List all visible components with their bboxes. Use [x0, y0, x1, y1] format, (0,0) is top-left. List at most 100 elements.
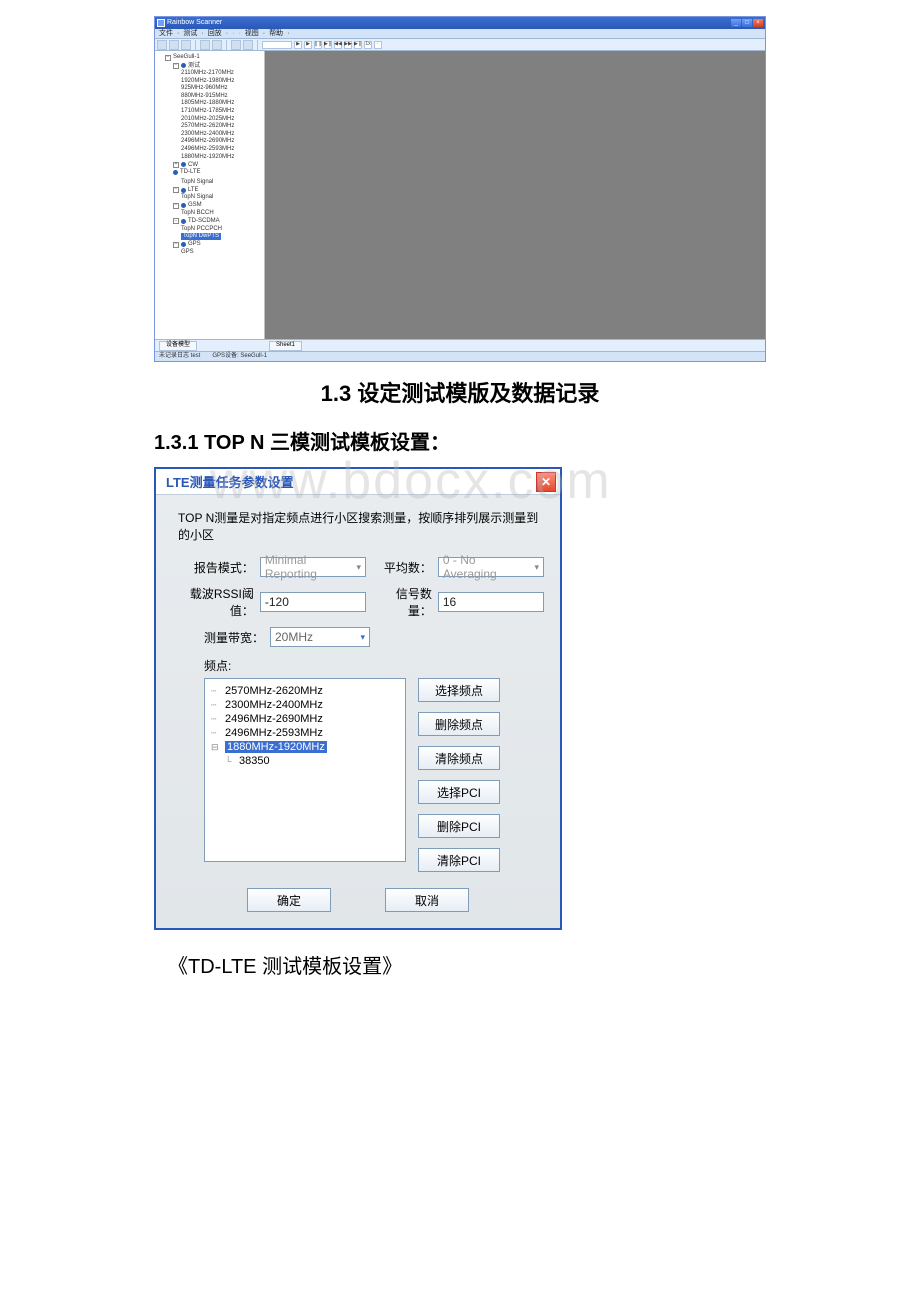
ok-button[interactable]: 确定	[247, 888, 331, 912]
maximize-button[interactable]: □	[742, 19, 752, 27]
tree-rssi[interactable]: −测试	[173, 63, 200, 70]
menu-test[interactable]: 测试	[183, 30, 197, 38]
window-title: Rainbow Scanner	[167, 19, 222, 27]
tree-item[interactable]: TopN Signal	[181, 179, 213, 186]
toolbar-button[interactable]	[243, 40, 253, 50]
nav-button[interactable]: ·	[374, 41, 382, 49]
freq-item[interactable]: 2496MHz-2593MHz	[225, 727, 323, 739]
clear-freq-button[interactable]: 清除频点	[418, 746, 500, 770]
chevron-down-icon: ▾	[356, 562, 361, 573]
tree-item[interactable]: 2010MHz-2025MHz	[181, 116, 234, 123]
chevron-down-icon: ▾	[360, 632, 365, 643]
rssi-thresh-input[interactable]: -120	[260, 592, 366, 612]
bandwidth-label: 测量带宽：	[172, 629, 264, 646]
toolbar-button[interactable]	[181, 40, 191, 50]
section-heading: 1.3 设定测试模版及数据记录	[0, 376, 920, 408]
freq-item-selected[interactable]: 1880MHz-1920MHz	[225, 741, 327, 753]
select-freq-button[interactable]: 选择频点	[418, 678, 500, 702]
tree-root[interactable]: −SeeGull-1	[165, 54, 200, 61]
tree-item[interactable]: 2570MHz-2620MHz	[181, 123, 234, 130]
status-gps: GPS设备: SeeGull-1	[212, 353, 267, 360]
menu-disabled-1: ·	[232, 30, 234, 38]
tree-item[interactable]: 925MHz-960MHz	[181, 85, 228, 92]
toolbar-button[interactable]	[212, 40, 222, 50]
lte-settings-dialog: LTE测量任务参数设置 ✕ TOP N测量是对指定频点进行小区搜索测量，按顺序排…	[154, 467, 562, 930]
nav-button[interactable]: ❙❙	[314, 41, 322, 49]
signal-count-label: 信号数量：	[382, 585, 432, 619]
status-log: 未记录日志 test	[159, 353, 200, 360]
minimize-button[interactable]: _	[731, 19, 741, 27]
clear-pci-button[interactable]: 清除PCI	[418, 848, 500, 872]
freq-item[interactable]: 2300MHz-2400MHz	[225, 699, 323, 711]
report-mode-combo[interactable]: Minimal Reporting▾	[260, 557, 366, 577]
menu-playback[interactable]: 回放	[208, 30, 222, 38]
tree-item[interactable]: TopN PCCPCH	[181, 226, 222, 233]
tree-item[interactable]: 2496MHz-2593MHz	[181, 146, 234, 153]
dialog-close-button[interactable]: ✕	[536, 472, 556, 492]
menu-help[interactable]: 帮助	[269, 30, 283, 38]
nav-button[interactable]: ▶❙	[354, 41, 362, 49]
menu-file[interactable]: 文件	[159, 30, 173, 38]
freq-item[interactable]: 2570MHz-2620MHz	[225, 685, 323, 697]
toolbar-separator	[257, 40, 258, 50]
titlebar: Rainbow Scanner _ □ ×	[155, 17, 765, 29]
toolbar-button[interactable]	[200, 40, 210, 50]
menu-view[interactable]: 视图	[245, 30, 259, 38]
close-button[interactable]: ×	[753, 19, 763, 27]
select-pci-button[interactable]: 选择PCI	[418, 780, 500, 804]
tree-tdlte[interactable]: TD-LTE	[173, 169, 201, 176]
nav-button[interactable]: 1x	[364, 41, 372, 49]
avg-count-combo[interactable]: 0 - No Averaging▾	[438, 557, 544, 577]
nav-button[interactable]: ▶	[294, 41, 302, 49]
chevron-down-icon: ▾	[534, 562, 539, 573]
dialog-description: TOP N测量是对指定频点进行小区搜索测量，按顺序排列展示测量到的小区	[178, 509, 544, 543]
app-icon	[157, 19, 165, 27]
dialog-title: LTE测量任务参数设置	[166, 472, 294, 491]
tree-item[interactable]: 1920MHz-1980MHz	[181, 78, 234, 85]
window-controls: _ □ ×	[731, 19, 763, 27]
tree-cw[interactable]: +CW	[173, 162, 198, 169]
tree-item[interactable]: 2300MHz-2400MHz	[181, 131, 234, 138]
toolbar-combo[interactable]	[262, 41, 292, 49]
delete-pci-button[interactable]: 删除PCI	[418, 814, 500, 838]
tree-tdscdma[interactable]: −TD-SCDMA	[173, 218, 220, 225]
nav-button[interactable]: ◀◀	[334, 41, 342, 49]
nav-button[interactable]: ▶❙	[324, 41, 332, 49]
subsection-heading: 1.3.1 TOP N 三模测试模板设置：	[154, 426, 920, 455]
tree-item[interactable]: TopN BCCH	[181, 210, 214, 217]
tree-item[interactable]: 2496MHz-2690MHz	[181, 138, 234, 145]
tree-item[interactable]: GPS	[181, 249, 194, 256]
dialog-titlebar: LTE测量任务参数设置 ✕	[156, 469, 560, 495]
freq-item[interactable]: 2496MHz-2690MHz	[225, 713, 323, 725]
tree-item[interactable]: 1710MHz-1785MHz	[181, 108, 234, 115]
app-window: Rainbow Scanner _ □ × 文件· 测试· 回放· · · 视图…	[154, 16, 766, 362]
tree-item-selected[interactable]: TopN DwPTS	[181, 233, 221, 240]
avg-count-label: 平均数：	[382, 559, 432, 576]
toolbar-button[interactable]	[231, 40, 241, 50]
device-tree-panel: −SeeGull-1 −测试 2110MHz-2170MHz 1920MHz-1…	[155, 51, 265, 339]
sheet-tab[interactable]: Sheet1	[269, 341, 302, 351]
nav-button[interactable]: ▶▶	[344, 41, 352, 49]
bandwidth-combo[interactable]: 20MHz▾	[270, 627, 370, 647]
toolbar-button[interactable]	[157, 40, 167, 50]
tree-gps[interactable]: −GPS	[173, 241, 201, 248]
tree-gsm[interactable]: −GSM	[173, 202, 202, 209]
tree-lte[interactable]: −LTE	[173, 187, 199, 194]
tree-item[interactable]: 880MHz-915MHz	[181, 93, 228, 100]
device-model-tab[interactable]: 设备模型	[159, 341, 197, 351]
tree-item[interactable]: 1805MHz-1880MHz	[181, 100, 234, 107]
toolbar: ▶ ▶ ❙❙ ▶❙ ◀◀ ▶▶ ▶❙ 1x ·	[155, 39, 765, 51]
freq-label: 频点:	[204, 657, 544, 674]
cancel-button[interactable]: 取消	[385, 888, 469, 912]
freq-child[interactable]: 38350	[239, 755, 270, 767]
toolbar-button[interactable]	[169, 40, 179, 50]
freq-list[interactable]: ┄2570MHz-2620MHz ┄2300MHz-2400MHz ┄2496M…	[204, 678, 406, 862]
nav-button[interactable]: ▶	[304, 41, 312, 49]
toolbar-separator	[195, 40, 196, 50]
tree-item[interactable]: TopN Signal	[181, 194, 213, 201]
signal-count-input[interactable]: 16	[438, 592, 544, 612]
delete-freq-button[interactable]: 删除频点	[418, 712, 500, 736]
tree-item[interactable]: 2110MHz-2170MHz	[181, 70, 234, 77]
report-mode-label: 报告模式：	[172, 559, 254, 576]
tree-item[interactable]: 1880MHz-1920MHz	[181, 154, 234, 161]
